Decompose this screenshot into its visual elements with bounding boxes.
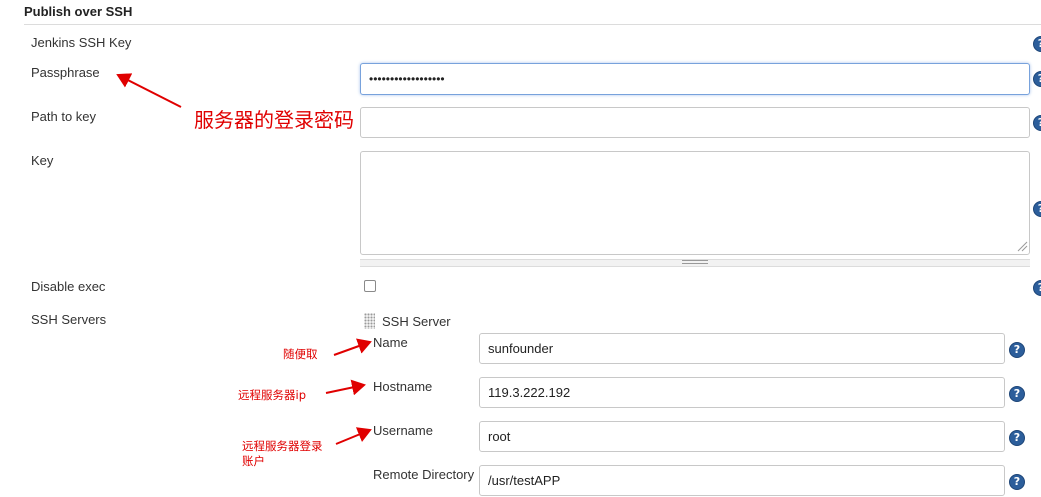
passphrase-arrow-icon — [116, 73, 182, 108]
username-arrow-icon — [335, 427, 372, 445]
hostname-arrow-icon — [325, 379, 366, 396]
name-arrow-icon — [333, 338, 372, 356]
annotation-arrows — [116, 73, 372, 445]
